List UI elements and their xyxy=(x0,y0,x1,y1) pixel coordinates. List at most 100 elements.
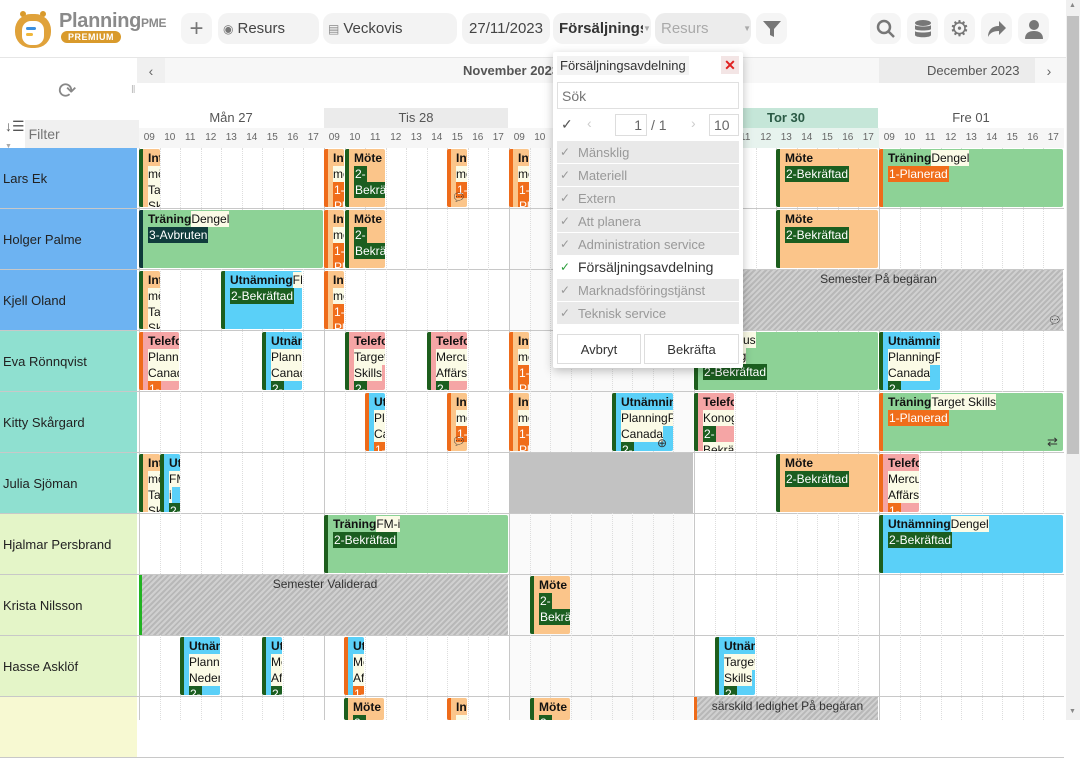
search-button[interactable] xyxy=(870,13,901,44)
event-l1: mö xyxy=(148,166,160,182)
event-block[interactable]: TräningDengel 1-Planerad xyxy=(879,149,1063,207)
user-button[interactable] xyxy=(1018,13,1049,44)
filter-icon xyxy=(762,20,781,37)
resource-row[interactable]: Eva Rönnqvist xyxy=(0,331,137,392)
event-block[interactable]: Möte 2-Bekräftad xyxy=(776,210,878,268)
resource-row[interactable] xyxy=(0,697,137,758)
popup-search-input[interactable] xyxy=(557,82,739,109)
settings-button[interactable]: ⚙ xyxy=(944,13,975,44)
event-block[interactable]: Möte2- xyxy=(530,698,570,720)
resource-row[interactable]: Julia Sjöman xyxy=(0,453,137,514)
resource-row[interactable]: Kitty Skårgard xyxy=(0,392,137,453)
scroll-up-icon[interactable]: ▲ xyxy=(1069,2,1076,9)
absence-block[interactable]: Semester På begäran xyxy=(694,270,1063,330)
event-block[interactable]: UtnämningPlanningPCanada2- xyxy=(879,332,940,390)
department-option[interactable]: ✓ Marknadsföringstjänst xyxy=(557,279,739,302)
event-block[interactable]: UtnämPlanniCanad2- xyxy=(262,332,302,390)
event-l1: mö xyxy=(456,410,467,426)
event-block[interactable]: UtıMeAf2- xyxy=(262,637,282,695)
event-block[interactable]: Möte2- xyxy=(344,698,384,720)
eye-icon: ◉ xyxy=(223,21,234,36)
confirm-button[interactable]: Bekräfta xyxy=(644,334,739,364)
event-block[interactable]: Intmö1-Pla xyxy=(509,332,529,390)
department-option[interactable]: ✓ Teknisk service xyxy=(557,302,739,325)
resource-select[interactable]: Resurs ▼ xyxy=(655,13,751,44)
event-block[interactable]: UtnämningFM-i2-Bekräftad xyxy=(221,271,302,329)
period-selector[interactable]: ▤ Veckovis xyxy=(323,13,457,44)
event-block[interactable]: UtıMeAf1- xyxy=(344,637,364,695)
resource-row[interactable]: Holger Palme xyxy=(0,209,137,270)
resource-row[interactable]: Krista Nilsson xyxy=(0,575,137,636)
event-block[interactable]: Möte 2-Bekräftad xyxy=(776,149,878,207)
event-block[interactable]: TräningDengel 3-Avbruten xyxy=(139,210,323,268)
event-block[interactable]: TelefoKonog2-Bekräf xyxy=(694,393,734,451)
event-block[interactable]: TräningTarget Skills 1-Planerad xyxy=(879,393,1063,451)
sort-icon[interactable]: ↓☰ ▼ xyxy=(0,118,25,151)
schedule-row[interactable] xyxy=(137,697,1064,758)
next-button[interactable]: › xyxy=(1035,58,1063,83)
event-block[interactable]: UtıPlaCa1- xyxy=(365,393,385,451)
prev-button[interactable]: ‹ xyxy=(137,58,165,83)
panel-splitter[interactable]: ‖ xyxy=(131,84,136,96)
resource-row[interactable]: Kjell Oland xyxy=(0,270,137,331)
event-block[interactable]: TräningFM-i 2-Bekräftad xyxy=(324,515,508,573)
page-input[interactable]: 1 xyxy=(615,114,647,136)
department-option[interactable]: ✓ Försäljningsavdelning xyxy=(557,256,739,279)
department-select[interactable]: Försäljningsa ▼ xyxy=(553,13,651,44)
department-option[interactable]: ✓ Materiell xyxy=(557,164,739,187)
department-option[interactable]: ✓ Extern xyxy=(557,187,739,210)
event-block[interactable]: IntmöTaSk xyxy=(139,149,160,207)
event-title: Möte xyxy=(539,700,567,714)
event-block[interactable]: Intmö1-Pla xyxy=(324,271,344,329)
resource-row[interactable]: Lars Ek xyxy=(0,148,137,209)
event-block[interactable]: UtnämPlanniNederl2- xyxy=(180,637,220,695)
event-block[interactable]: Intmö1-Pla xyxy=(324,210,344,268)
scrollbar-thumb[interactable] xyxy=(1067,16,1079,454)
view-selector[interactable]: ◉ Resurs xyxy=(218,13,319,44)
date-field[interactable]: 27/11/2023 xyxy=(462,13,550,44)
department-option[interactable]: ✓ Att planera xyxy=(557,210,739,233)
event-status: 2-Bekräftad xyxy=(785,471,850,487)
resource-row[interactable]: Hjalmar Persbrand xyxy=(0,514,137,575)
scroll-down-icon[interactable]: ▼ xyxy=(1069,708,1076,715)
add-button[interactable]: + xyxy=(181,13,212,44)
event-block[interactable]: UtnämTargetSkills2- xyxy=(715,637,755,695)
absence-label: Semester På begäran xyxy=(820,272,937,286)
next-page-icon[interactable]: › xyxy=(691,115,696,131)
share-button[interactable] xyxy=(981,13,1012,44)
event-block[interactable]: TelefoTargetSkills2- xyxy=(345,332,385,390)
event-block[interactable]: Möte 2-Bekräftad xyxy=(776,454,878,512)
event-block[interactable]: Intmö1-Pla xyxy=(324,149,344,207)
event-block[interactable]: Möte2-Bekräf xyxy=(530,576,570,634)
resource-row[interactable]: Hasse Asklöf xyxy=(0,636,137,697)
event-block[interactable]: Intmö xyxy=(447,698,467,720)
vertical-scrollbar[interactable]: ▲ ▼ xyxy=(1066,0,1080,720)
event-block[interactable]: Intmö1-Pla xyxy=(509,149,529,207)
event-block[interactable]: Möte2-Bekräf xyxy=(345,210,385,268)
cancel-button[interactable]: Avbryt xyxy=(557,334,641,364)
select-all-check-icon[interactable]: ✓ xyxy=(561,116,573,133)
refresh-icon[interactable]: ⟳ xyxy=(58,78,76,104)
add-circle-icon[interactable]: ⊕ xyxy=(657,436,667,450)
filter-button[interactable] xyxy=(756,13,787,44)
event-block[interactable]: Möte2-Bekräft xyxy=(345,149,385,207)
prev-page-icon[interactable]: ‹ xyxy=(587,115,592,131)
event-block[interactable]: IntmöTaSk xyxy=(139,454,160,512)
absence-block[interactable]: särskild ledighet På begäran xyxy=(694,697,878,720)
close-button[interactable]: ✕ xyxy=(721,56,739,74)
user-icon xyxy=(1024,19,1043,39)
page-size-input[interactable]: 10 xyxy=(709,114,739,136)
event-block[interactable]: TelefoMercuAffärs1- xyxy=(879,454,919,512)
event-block[interactable]: TelefoPlanniCanad1- xyxy=(139,332,179,390)
event-block[interactable]: UtnämningDengel 2-Bekräftad xyxy=(879,515,1063,573)
absence-block[interactable]: Semester Validerad xyxy=(139,575,508,635)
event-block[interactable]: IntmöTaSk xyxy=(139,271,160,329)
event-status: 2- xyxy=(539,593,552,609)
event-block[interactable]: Intmö1-Pla xyxy=(509,393,529,451)
database-button[interactable] xyxy=(907,13,938,44)
department-option[interactable]: ✓ Administration service xyxy=(557,233,739,256)
department-option[interactable]: ✓ Mänsklig xyxy=(557,141,739,164)
hour-label: 12 xyxy=(755,128,776,148)
event-block[interactable]: TelefoMercuAffärs2- xyxy=(427,332,467,390)
event-block[interactable]: UtıFMi2- xyxy=(160,454,180,512)
